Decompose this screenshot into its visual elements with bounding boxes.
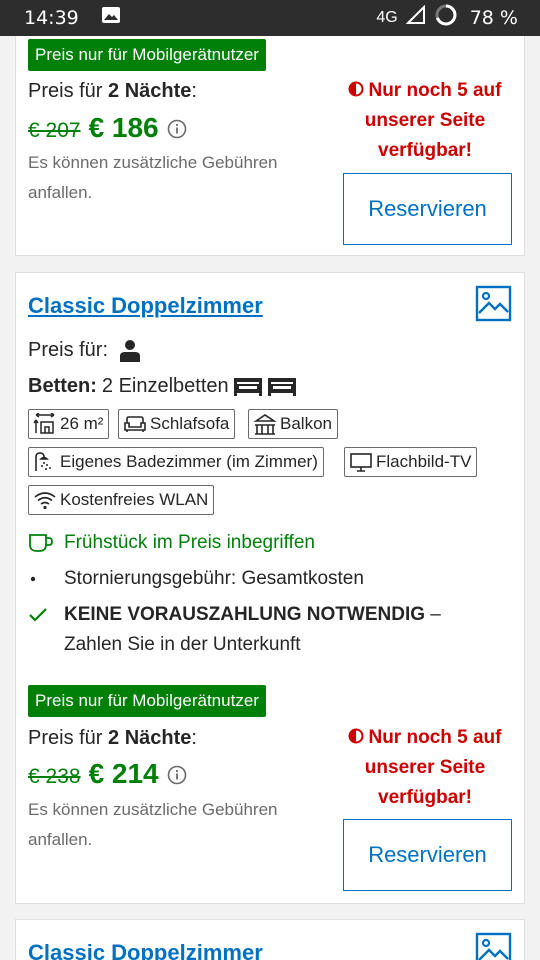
battery-percent: 78 % xyxy=(469,7,518,29)
checkmark-icon xyxy=(29,608,47,622)
status-bar: 14:39 4G 78 % xyxy=(0,0,540,36)
amenity-chip-tv: Flachbild-TV xyxy=(344,447,478,477)
beds-row: Betten: 2 Einzelbetten xyxy=(28,375,297,398)
sofa-icon xyxy=(124,416,146,432)
signal-icon xyxy=(405,4,426,31)
network-type: 4G xyxy=(376,9,398,26)
new-price: € 186 xyxy=(88,112,159,143)
room-size-icon xyxy=(33,413,55,434)
coffee-cup-icon xyxy=(29,534,53,552)
person-icon xyxy=(120,339,141,362)
info-icon[interactable] xyxy=(167,765,187,785)
mobile-price-badge: Preis nur für Mobilgerätnutzer xyxy=(28,39,266,71)
amenity-chip-balcony: Balkon xyxy=(248,409,338,439)
breakfast-included: Frühstück im Preis inbegriffen xyxy=(28,528,315,558)
new-price: € 214 xyxy=(88,758,159,789)
price-row: € 207 € 186 xyxy=(28,112,187,144)
photo-gallery-icon[interactable] xyxy=(475,285,512,322)
wifi-icon xyxy=(34,492,56,510)
info-icon[interactable] xyxy=(167,119,187,139)
price-for-label: Preis für 2 Nächte: xyxy=(28,727,197,749)
old-price: € 207 xyxy=(28,119,81,142)
status-time: 14:39 xyxy=(24,7,79,29)
scarcity-message: Nur noch 5 auf unserer Seite verfügbar! xyxy=(340,723,510,813)
battery-icon xyxy=(434,3,458,33)
price-row: € 238 € 214 xyxy=(28,758,187,790)
room-card: Classic Doppelzimmer xyxy=(15,919,525,960)
amenity-chip-size: 26 m² xyxy=(28,409,110,439)
room-title-link[interactable]: Classic Doppelzimmer xyxy=(28,293,263,319)
tv-icon xyxy=(350,453,372,472)
bed-icon xyxy=(233,377,262,396)
amenity-chip-bathroom: Eigenes Badezimmer (im Zimmer) xyxy=(28,447,324,477)
fees-note: Es können zusätzliche Gebühren anfallen. xyxy=(28,153,278,202)
scarcity-message: Nur noch 5 auf unserer Seite verfügbar! xyxy=(340,76,510,166)
offer-card: Preis nur für Mobilgerätnutzer Preis für… xyxy=(15,0,525,256)
cancellation-policy: Stornierungsgebühr: Gesamtkosten xyxy=(28,564,364,594)
reserve-button[interactable]: Reservieren xyxy=(343,819,512,891)
price-for-label: Preis für 2 Nächte: xyxy=(28,80,197,102)
balcony-icon xyxy=(253,414,277,435)
fees-note: Es können zusätzliche Gebühren anfallen. xyxy=(28,800,278,849)
old-price: € 238 xyxy=(28,765,81,788)
shower-icon xyxy=(35,452,51,471)
amenity-chip-sofa: Schlafsofa xyxy=(118,409,236,439)
gallery-notification-icon xyxy=(101,5,121,31)
bed-icon xyxy=(267,377,296,396)
bullet-icon xyxy=(28,564,64,594)
photo-gallery-icon[interactable] xyxy=(475,932,512,960)
no-prepayment: KEINE VORAUSZAHLUNG NOTWENDIG – Zahlen S… xyxy=(28,600,468,660)
amenity-chip-wifi: Kostenfreies WLAN xyxy=(28,485,215,515)
reserve-button[interactable]: Reservieren xyxy=(343,173,512,245)
mobile-price-badge: Preis nur für Mobilgerätnutzer xyxy=(28,685,266,717)
room-card: Classic Doppelzimmer Preis für: Betten: … xyxy=(15,272,525,904)
half-circle-icon xyxy=(348,77,364,97)
half-circle-icon xyxy=(348,724,364,744)
room-title-link[interactable]: Classic Doppelzimmer xyxy=(28,940,263,960)
occupancy-row: Preis für: xyxy=(28,339,141,362)
